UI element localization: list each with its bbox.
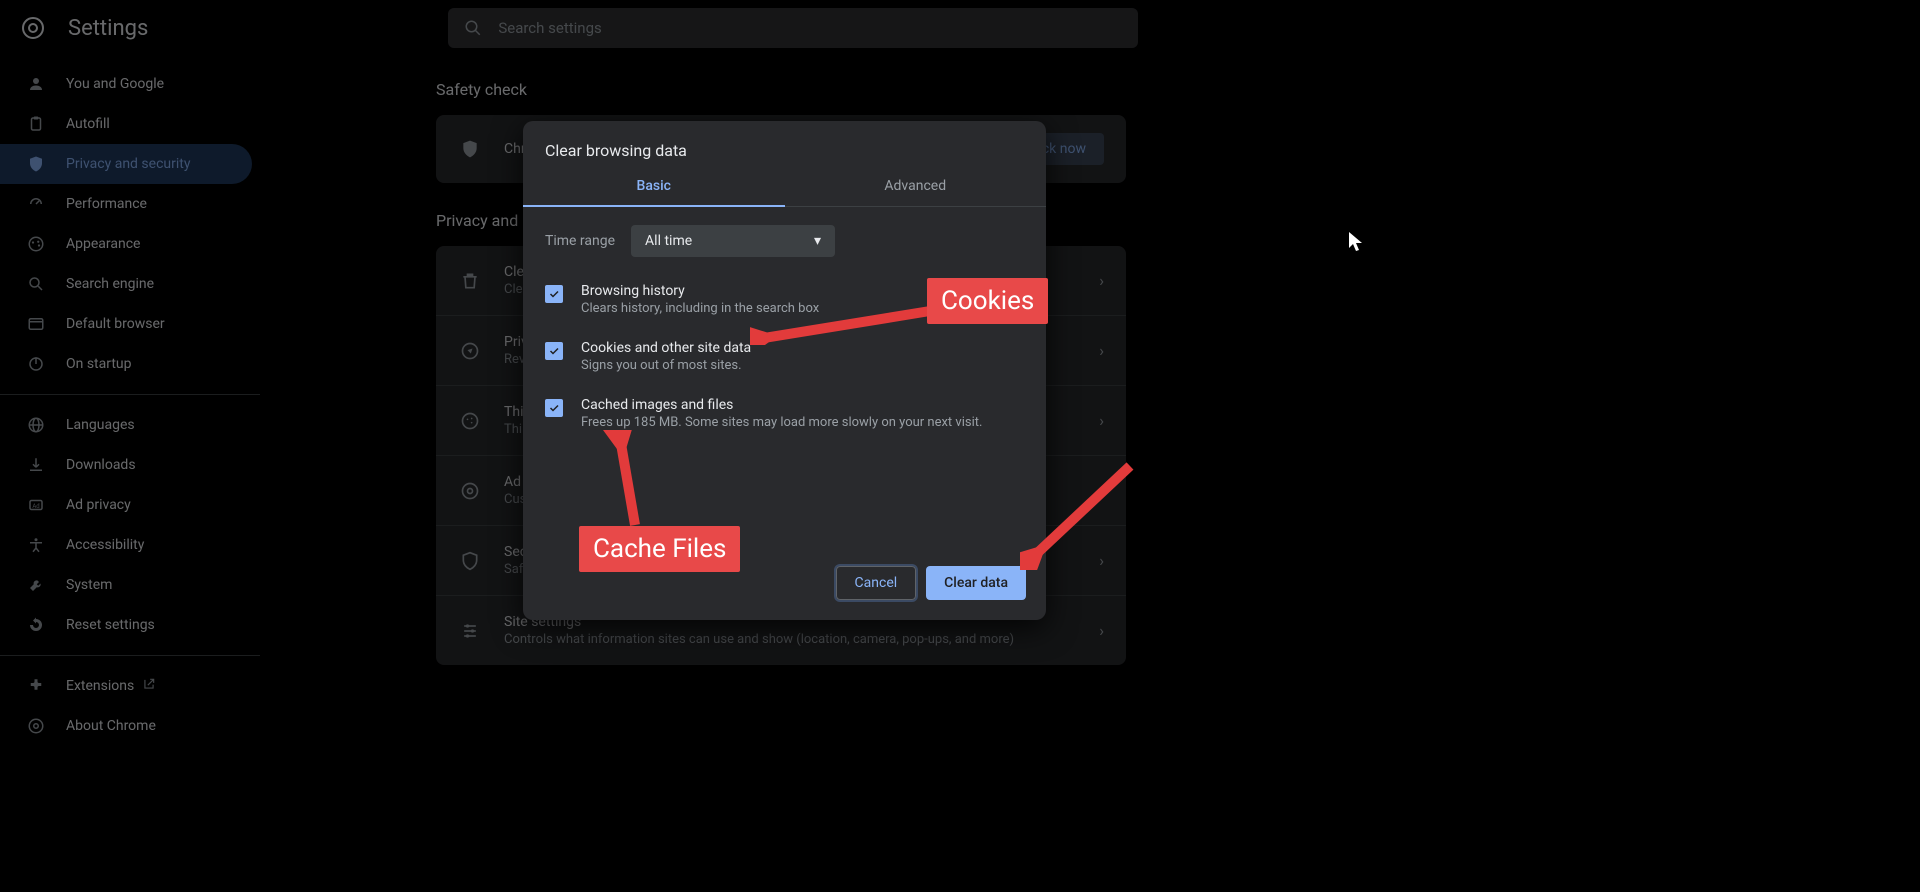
safety-check-heading: Safety check xyxy=(436,80,1136,99)
download-icon xyxy=(26,455,46,475)
time-range-select[interactable]: All time ▾ xyxy=(631,225,835,257)
page-title: Settings xyxy=(68,16,148,41)
chevron-right-icon: › xyxy=(1099,621,1104,640)
option-title: Cached images and files xyxy=(581,397,982,413)
person-icon xyxy=(26,74,46,94)
row-subtitle: Controls what information sites can use … xyxy=(504,632,1099,647)
browser-icon xyxy=(26,314,46,334)
sliders-icon xyxy=(458,621,482,641)
trash-icon xyxy=(458,271,482,291)
annotation-arrow-cookies xyxy=(750,305,940,345)
sidebar-item-system[interactable]: System xyxy=(0,565,252,605)
sidebar-label: On startup xyxy=(66,356,132,372)
palette-icon xyxy=(26,234,46,254)
sidebar-label: Performance xyxy=(66,196,147,212)
cancel-button[interactable]: Cancel xyxy=(836,566,917,600)
tab-advanced[interactable]: Advanced xyxy=(785,164,1047,206)
dropdown-arrow-icon: ▾ xyxy=(814,233,821,249)
chevron-right-icon: › xyxy=(1099,271,1104,290)
sidebar-label: Search engine xyxy=(66,276,154,292)
sidebar-label: Accessibility xyxy=(66,537,144,553)
shield-check-icon xyxy=(458,139,482,159)
reset-icon xyxy=(26,615,46,635)
sidebar-label: Reset settings xyxy=(66,617,155,633)
divider xyxy=(0,394,260,395)
sidebar-item-search-engine[interactable]: Search engine xyxy=(0,264,252,304)
sidebar-label: Autofill xyxy=(66,116,110,132)
checkbox-browsing-history[interactable] xyxy=(545,285,563,303)
chrome-logo-icon xyxy=(20,15,46,41)
sidebar-item-privacy-security[interactable]: Privacy and security xyxy=(0,144,252,184)
settings-search[interactable] xyxy=(448,8,1138,48)
time-range-value: All time xyxy=(645,233,692,249)
shield-row-icon xyxy=(458,551,482,571)
dialog-tabs: Basic Advanced xyxy=(523,164,1046,207)
search-engine-icon xyxy=(26,274,46,294)
option-subtitle: Signs you out of most sites. xyxy=(581,358,751,373)
annotation-arrow-cache xyxy=(595,430,655,530)
sidebar-label: Downloads xyxy=(66,457,136,473)
accessibility-icon xyxy=(26,535,46,555)
sidebar-label: Extensions xyxy=(66,678,134,694)
clear-data-button[interactable]: Clear data xyxy=(926,566,1026,600)
dialog-title: Clear browsing data xyxy=(523,121,1046,164)
sidebar-item-downloads[interactable]: Downloads xyxy=(0,445,252,485)
svg-text:Ad: Ad xyxy=(32,503,39,510)
external-link-icon xyxy=(142,677,156,695)
puzzle-icon xyxy=(26,676,46,696)
sidebar-item-about[interactable]: About Chrome xyxy=(0,706,252,746)
annotation-cache: Cache Files xyxy=(579,526,740,572)
sidebar-item-ad-privacy[interactable]: Ad Ad privacy xyxy=(0,485,252,525)
sidebar-item-extensions[interactable]: Extensions xyxy=(0,666,252,706)
chevron-right-icon: › xyxy=(1099,341,1104,360)
option-title: Browsing history xyxy=(581,283,819,299)
option-title: Cookies and other site data xyxy=(581,340,751,356)
time-range-label: Time range xyxy=(545,233,615,249)
clipboard-icon xyxy=(26,114,46,134)
sidebar-item-accessibility[interactable]: Accessibility xyxy=(0,525,252,565)
ad-row-icon xyxy=(458,481,482,501)
divider xyxy=(0,655,260,656)
chrome-icon xyxy=(26,716,46,736)
sidebar-item-languages[interactable]: Languages xyxy=(0,405,252,445)
cookie-icon xyxy=(458,411,482,431)
sidebar-item-default-browser[interactable]: Default browser xyxy=(0,304,252,344)
tab-basic[interactable]: Basic xyxy=(523,164,785,206)
sidebar-label: Appearance xyxy=(66,236,140,252)
speed-icon xyxy=(26,194,46,214)
sidebar-label: About Chrome xyxy=(66,718,156,734)
search-input[interactable] xyxy=(498,19,1122,37)
sidebar-label: System xyxy=(66,577,112,593)
globe-icon xyxy=(26,415,46,435)
sidebar-item-on-startup[interactable]: On startup xyxy=(0,344,252,384)
sidebar-item-autofill[interactable]: Autofill xyxy=(0,104,252,144)
wrench-icon xyxy=(26,575,46,595)
compass-icon xyxy=(458,341,482,361)
checkbox-cached[interactable] xyxy=(545,399,563,417)
option-subtitle: Frees up 185 MB. Some sites may load mor… xyxy=(581,415,982,430)
checkbox-cookies[interactable] xyxy=(545,342,563,360)
cursor-icon xyxy=(1349,232,1365,252)
app-header: Settings xyxy=(0,0,1920,56)
annotation-arrow-clear-data xyxy=(1020,460,1140,570)
power-icon xyxy=(26,354,46,374)
search-icon xyxy=(464,19,482,37)
sidebar-item-appearance[interactable]: Appearance xyxy=(0,224,252,264)
ad-icon: Ad xyxy=(26,495,46,515)
shield-icon xyxy=(26,154,46,174)
chevron-right-icon: › xyxy=(1099,411,1104,430)
sidebar-label: Ad privacy xyxy=(66,497,131,513)
annotation-cookies: Cookies xyxy=(927,278,1048,324)
sidebar-label: Default browser xyxy=(66,316,165,332)
sidebar-label: You and Google xyxy=(66,76,164,92)
sidebar-label: Privacy and security xyxy=(66,156,190,172)
sidebar: You and Google Autofill Privacy and secu… xyxy=(0,56,260,892)
sidebar-label: Languages xyxy=(66,417,135,433)
sidebar-item-reset[interactable]: Reset settings xyxy=(0,605,252,645)
sidebar-item-you-and-google[interactable]: You and Google xyxy=(0,64,252,104)
sidebar-item-performance[interactable]: Performance xyxy=(0,184,252,224)
